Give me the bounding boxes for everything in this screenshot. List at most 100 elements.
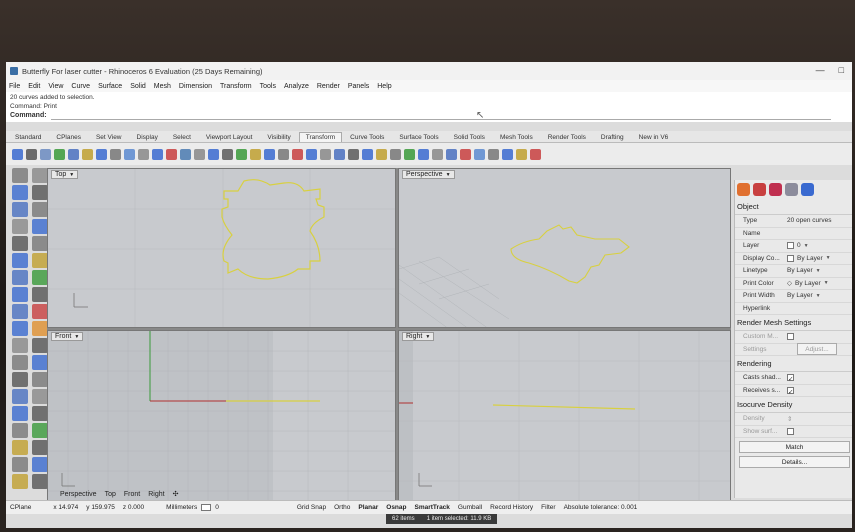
menu-surface[interactable]: Surface bbox=[98, 83, 122, 90]
transform-tool-icon[interactable] bbox=[348, 148, 359, 160]
drawing-tool-icon[interactable] bbox=[32, 270, 48, 285]
drawing-tool-icon[interactable] bbox=[32, 355, 48, 370]
drawing-tool-icon[interactable] bbox=[12, 457, 28, 472]
drawing-tool-icon[interactable] bbox=[12, 287, 28, 302]
transform-tool-icon[interactable] bbox=[488, 148, 499, 160]
drawing-tool-icon[interactable] bbox=[12, 338, 28, 353]
density-stepper[interactable]: ⇕ bbox=[787, 415, 792, 423]
viewport-label-top[interactable]: Top ▼ bbox=[51, 170, 79, 179]
drawing-tool-icon[interactable] bbox=[32, 202, 48, 217]
drawing-tool-icon[interactable] bbox=[32, 219, 48, 234]
tab-transform[interactable]: Transform bbox=[298, 132, 343, 142]
rendering-icon[interactable] bbox=[801, 183, 814, 196]
drawing-tool-icon[interactable] bbox=[32, 372, 48, 387]
drawing-tool-icon[interactable] bbox=[12, 219, 28, 234]
drawing-tool-icon[interactable] bbox=[32, 287, 48, 302]
minimize-button[interactable]: — bbox=[816, 65, 825, 75]
drawing-tool-icon[interactable] bbox=[12, 389, 28, 404]
status-grid-snap[interactable]: Grid Snap bbox=[293, 504, 330, 511]
tab-curve-tools[interactable]: Curve Tools bbox=[343, 132, 391, 142]
viewport-label-front[interactable]: Front ▼ bbox=[51, 332, 84, 341]
drawing-tool-icon[interactable] bbox=[32, 423, 48, 438]
menu-mesh[interactable]: Mesh bbox=[154, 83, 171, 90]
tab-set-view[interactable]: Set View bbox=[89, 132, 129, 142]
status-planar[interactable]: Planar bbox=[354, 504, 382, 511]
custom-mesh-checkbox[interactable] bbox=[787, 333, 794, 341]
menu-dimension[interactable]: Dimension bbox=[179, 83, 212, 90]
transform-tool-icon[interactable] bbox=[68, 148, 79, 160]
status-filter[interactable]: Filter bbox=[537, 504, 559, 511]
transform-tool-icon[interactable] bbox=[362, 148, 373, 160]
viewport-front[interactable]: Front ▼ bbox=[47, 330, 396, 506]
viewport-tab-perspective[interactable]: Perspective bbox=[57, 491, 100, 498]
tab-visibility[interactable]: Visibility bbox=[260, 132, 297, 142]
drawing-tool-icon[interactable] bbox=[12, 270, 28, 285]
menu-view[interactable]: View bbox=[48, 83, 63, 90]
drawing-tool-icon[interactable] bbox=[32, 406, 48, 421]
command-input[interactable] bbox=[50, 111, 831, 120]
drawing-tool-icon[interactable] bbox=[32, 457, 48, 472]
transform-tool-icon[interactable] bbox=[516, 148, 527, 160]
viewport-top[interactable]: Top ▼ bbox=[47, 168, 396, 328]
transform-tool-icon[interactable] bbox=[152, 148, 163, 160]
drawing-tool-icon[interactable] bbox=[32, 168, 48, 183]
drawing-tool-icon[interactable] bbox=[32, 338, 48, 353]
transform-tool-icon[interactable] bbox=[376, 148, 387, 160]
drawing-tool-icon[interactable] bbox=[32, 236, 48, 251]
transform-tool-icon[interactable] bbox=[208, 148, 219, 160]
tab-solid-tools[interactable]: Solid Tools bbox=[447, 132, 492, 142]
viewport-tab-front[interactable]: Front bbox=[121, 491, 143, 498]
casts-shadows-checkbox[interactable]: ✓ bbox=[787, 374, 794, 383]
transform-tool-icon[interactable] bbox=[264, 148, 275, 160]
menu-curve[interactable]: Curve bbox=[71, 83, 90, 90]
transform-tool-icon[interactable] bbox=[474, 148, 485, 160]
transform-tool-icon[interactable] bbox=[418, 148, 429, 160]
transform-tool-icon[interactable] bbox=[26, 148, 37, 160]
transform-tool-icon[interactable] bbox=[110, 148, 121, 160]
receives-shadows-checkbox[interactable]: ✓ bbox=[787, 386, 794, 396]
details-button[interactable]: Details... bbox=[739, 456, 850, 468]
drawing-tool-icon[interactable] bbox=[12, 474, 28, 489]
drawing-tool-icon[interactable] bbox=[12, 185, 28, 200]
drawing-tool-icon[interactable] bbox=[32, 474, 48, 489]
viewport-tab-top[interactable]: Top bbox=[102, 491, 119, 498]
status-units[interactable]: Millimeters bbox=[162, 504, 201, 511]
menu-tools[interactable]: Tools bbox=[260, 83, 276, 90]
drawing-tool-icon[interactable] bbox=[32, 304, 48, 319]
transform-tool-icon[interactable] bbox=[222, 148, 233, 160]
viewport-perspective[interactable]: Perspective ▼ bbox=[398, 168, 731, 328]
drawing-tool-icon[interactable] bbox=[12, 304, 28, 319]
status-layer[interactable]: 0 bbox=[211, 504, 223, 511]
transform-tool-icon[interactable] bbox=[40, 148, 51, 160]
tab-drafting[interactable]: Drafting bbox=[594, 132, 631, 142]
transform-tool-icon[interactable] bbox=[180, 148, 191, 160]
status-cplane[interactable]: CPlane bbox=[6, 504, 35, 511]
drawing-tool-icon[interactable] bbox=[12, 423, 28, 438]
transform-tool-icon[interactable] bbox=[502, 148, 513, 160]
drawing-tool-icon[interactable] bbox=[12, 355, 28, 370]
menu-analyze[interactable]: Analyze bbox=[284, 83, 309, 90]
status-osnap[interactable]: Osnap bbox=[382, 504, 410, 511]
drawing-tool-icon[interactable] bbox=[32, 389, 48, 404]
transform-tool-icon[interactable] bbox=[306, 148, 317, 160]
drawing-tool-icon[interactable] bbox=[12, 440, 28, 455]
drawing-tool-icon[interactable] bbox=[12, 236, 28, 251]
viewport-tab-right[interactable]: Right bbox=[145, 491, 167, 498]
transform-tool-icon[interactable] bbox=[166, 148, 177, 160]
transform-tool-icon[interactable] bbox=[334, 148, 345, 160]
tab-select[interactable]: Select bbox=[166, 132, 198, 142]
environment-icon[interactable] bbox=[785, 183, 798, 196]
tab-standard[interactable]: Standard bbox=[8, 132, 48, 142]
transform-tool-icon[interactable] bbox=[250, 148, 261, 160]
drawing-tool-icon[interactable] bbox=[12, 321, 28, 336]
drawing-tool-icon[interactable] bbox=[12, 406, 28, 421]
viewport-right[interactable]: Right ▼ bbox=[398, 330, 731, 506]
menu-render[interactable]: Render bbox=[317, 83, 340, 90]
status-ortho[interactable]: Ortho bbox=[330, 504, 354, 511]
drawing-tool-icon[interactable] bbox=[12, 168, 28, 183]
tab-viewport-layout[interactable]: Viewport Layout bbox=[199, 132, 260, 142]
menu-transform[interactable]: Transform bbox=[220, 83, 252, 90]
menu-panels[interactable]: Panels bbox=[348, 83, 369, 90]
transform-tool-icon[interactable] bbox=[390, 148, 401, 160]
transform-tool-icon[interactable] bbox=[54, 148, 65, 160]
